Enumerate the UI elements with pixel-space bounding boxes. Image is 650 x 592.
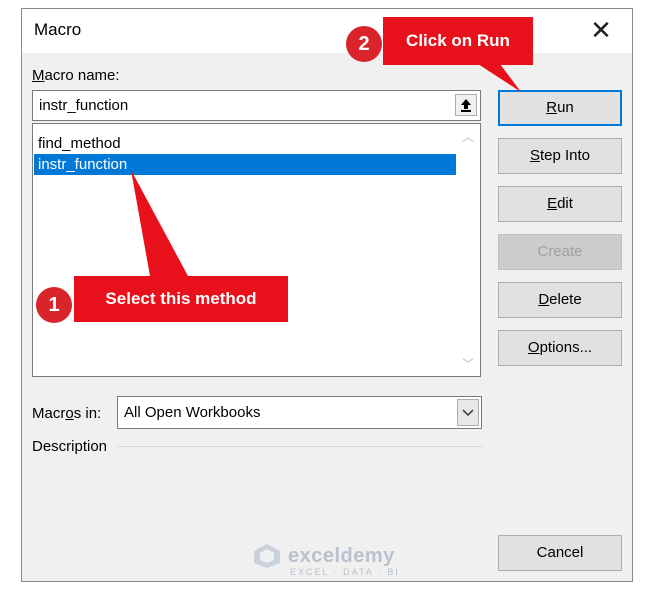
collapse-arrow-icon[interactable] — [455, 94, 477, 116]
watermark-subtitle: EXCEL · DATA · BI — [290, 567, 400, 577]
cancel-button[interactable]: Cancel — [498, 535, 622, 571]
step-into-button[interactable]: Step Into — [498, 138, 622, 174]
edit-button[interactable]: Edit — [498, 186, 622, 222]
close-icon[interactable]: ✕ — [588, 17, 614, 43]
step2-badge: 2 — [346, 26, 382, 62]
macro-name-input[interactable]: instr_function — [32, 90, 481, 121]
macros-in-select[interactable]: All Open Workbooks — [117, 396, 482, 429]
run-button[interactable]: Run — [498, 90, 622, 126]
watermark-title: exceldemy — [288, 544, 395, 567]
delete-button[interactable]: Delete — [498, 282, 622, 318]
list-item-find-method[interactable]: find_method — [34, 133, 456, 154]
list-item-instr-function[interactable]: instr_function — [34, 154, 456, 175]
step2-callout: Click on Run — [383, 17, 533, 65]
description-label: Description — [32, 438, 108, 455]
scroll-down-icon[interactable]: ﹀ — [462, 355, 474, 372]
options-button[interactable]: Options... — [498, 330, 622, 366]
macro-name-label: Macro name: — [32, 67, 120, 84]
scroll-up-icon[interactable]: ︿ — [462, 128, 474, 145]
macros-in-value: All Open Workbooks — [124, 404, 261, 421]
step1-badge: 1 — [36, 287, 72, 323]
exceldemy-logo-icon — [254, 544, 280, 568]
macro-list[interactable]: find_method instr_function ︿ ﹀ — [32, 123, 481, 377]
dialog-title: Macro — [34, 20, 82, 39]
macros-in-label: Macros in: — [32, 405, 102, 422]
description-divider — [117, 446, 482, 447]
list-scrollbar[interactable]: ︿ ﹀ — [456, 124, 480, 376]
step1-callout: Select this method — [74, 276, 288, 322]
create-button[interactable]: Create — [498, 234, 622, 270]
exceldemy-watermark: exceldemy EXCEL · DATA · BI — [252, 543, 400, 577]
title-bar: Macro ✕ — [22, 9, 632, 53]
chevron-down-icon[interactable] — [457, 399, 479, 426]
